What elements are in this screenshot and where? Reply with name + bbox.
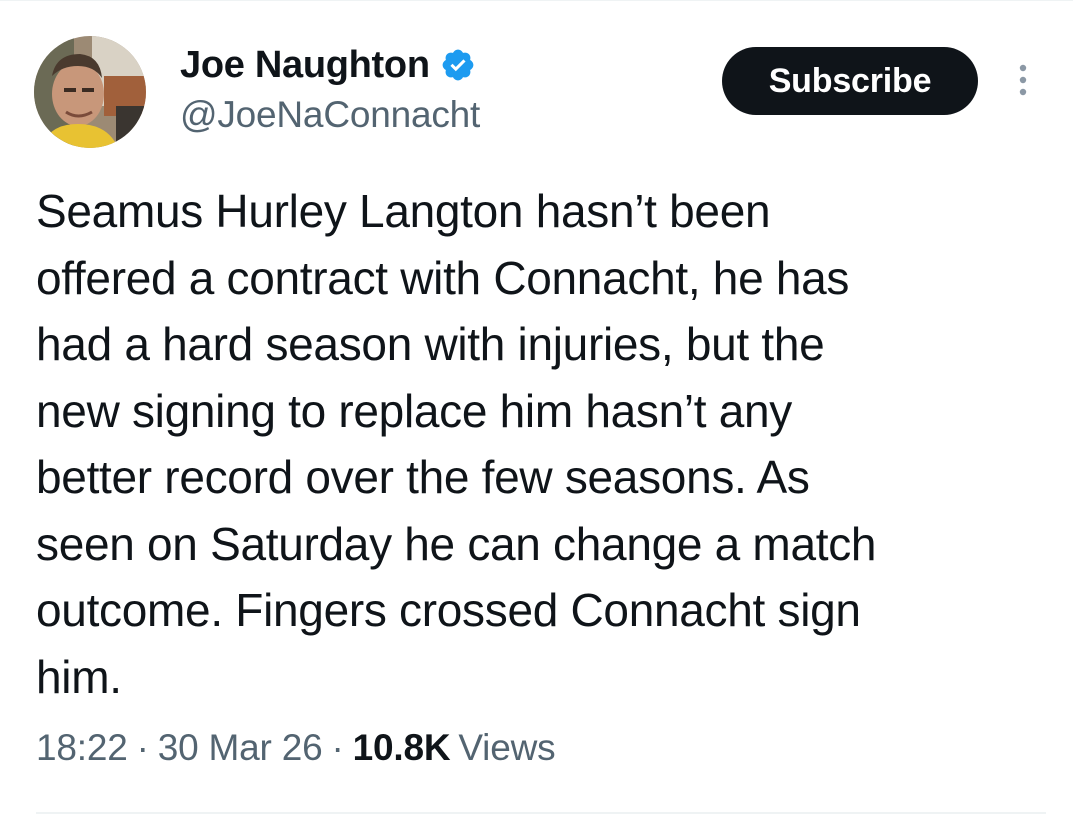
views-count[interactable]: 10.8K	[353, 727, 451, 769]
tweet-date[interactable]: 30 Mar 26	[158, 727, 323, 769]
tweet-text: Seamus Hurley Langton hasn’t been offere…	[36, 185, 877, 703]
bottom-divider	[36, 812, 1046, 814]
subscribe-button[interactable]: Subscribe	[722, 47, 978, 115]
more-options-icon[interactable]	[1008, 62, 1038, 102]
name-row: Joe Naughton	[180, 40, 480, 90]
views-label[interactable]: Views	[458, 727, 555, 769]
tweet-time[interactable]: 18:22	[36, 727, 128, 769]
meta-separator: ·	[331, 727, 344, 768]
meta-separator: ·	[136, 727, 149, 768]
author-block: Joe Naughton @JoeNaConnacht	[180, 40, 480, 136]
avatar-photo-icon	[34, 36, 146, 148]
display-name[interactable]: Joe Naughton	[180, 44, 430, 87]
avatar[interactable]	[34, 36, 146, 148]
handle[interactable]: @JoeNaConnacht	[180, 94, 480, 136]
verified-badge-icon[interactable]	[440, 47, 476, 83]
tweet: Joe Naughton @JoeNaConnacht Subscribe Se…	[0, 0, 1073, 822]
tweet-meta: 18:22 · 30 Mar 26 · 10.8K Views	[36, 727, 556, 769]
